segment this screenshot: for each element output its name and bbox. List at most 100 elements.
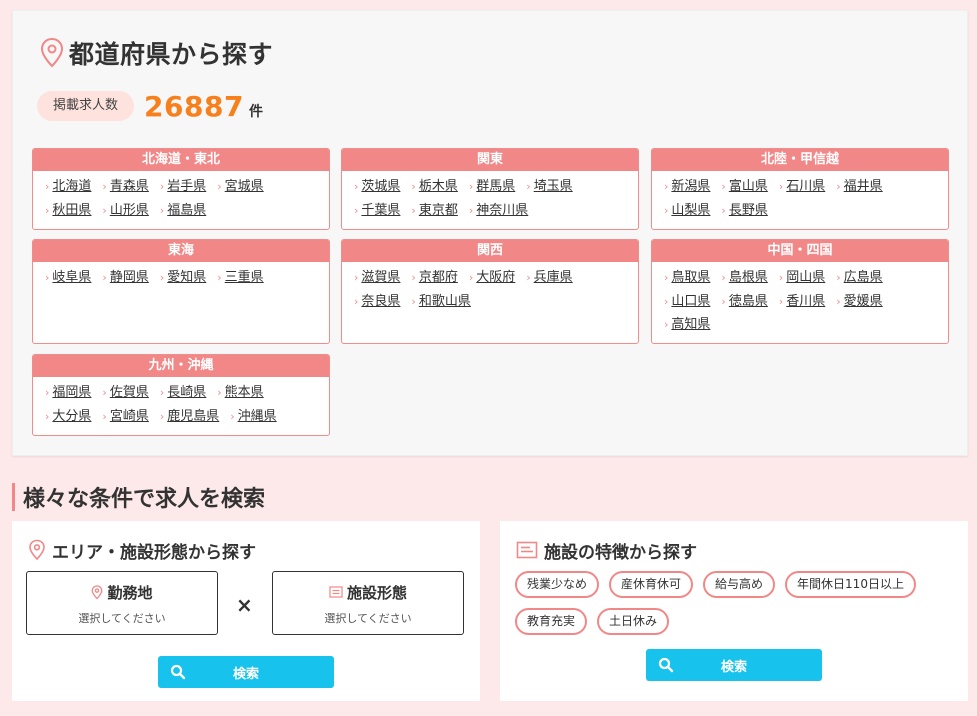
area-search-button[interactable]: 検索 [158, 656, 334, 688]
prefecture-link[interactable]: › 千葉県 [354, 199, 400, 223]
prefecture-name[interactable]: 岡山県 [786, 266, 825, 290]
prefecture-link[interactable]: › 長崎県 [160, 381, 206, 405]
prefecture-name[interactable]: 茨城県 [361, 175, 400, 199]
prefecture-name[interactable]: 富山県 [729, 175, 768, 199]
prefecture-name[interactable]: 新潟県 [671, 175, 710, 199]
prefecture-name[interactable]: 鹿児島県 [167, 405, 219, 429]
facility-type-select[interactable]: 施設形態 選択してください [272, 571, 464, 635]
prefecture-link[interactable]: › 福岡県 [45, 381, 91, 405]
prefecture-link[interactable]: › 北海道 [45, 175, 91, 199]
prefecture-link[interactable]: › 福井県 [836, 175, 882, 199]
prefecture-name[interactable]: 福岡県 [52, 381, 91, 405]
prefecture-link[interactable]: › 島根県 [721, 266, 767, 290]
prefecture-link[interactable]: › 京都府 [411, 266, 457, 290]
prefecture-link[interactable]: › 岐阜県 [45, 266, 91, 290]
prefecture-name[interactable]: 福井県 [844, 175, 883, 199]
prefecture-link[interactable]: › 山口県 [664, 290, 710, 314]
prefecture-link[interactable]: › 富山県 [721, 175, 767, 199]
feature-tag[interactable]: 給与高め [703, 571, 776, 598]
prefecture-link[interactable]: › 広島県 [836, 266, 882, 290]
feature-tag[interactable]: 土日休み [597, 608, 670, 635]
prefecture-name[interactable]: 島根県 [729, 266, 768, 290]
prefecture-link[interactable]: › 福島県 [160, 199, 206, 223]
feature-tag[interactable]: 残業少なめ [515, 571, 600, 598]
prefecture-link[interactable]: › 宮城県 [217, 175, 263, 199]
prefecture-name[interactable]: 徳島県 [729, 290, 768, 314]
prefecture-link[interactable]: › 神奈川県 [469, 199, 528, 223]
prefecture-name[interactable]: 愛媛県 [844, 290, 883, 314]
prefecture-name[interactable]: 鳥取県 [671, 266, 710, 290]
prefecture-name[interactable]: 神奈川県 [476, 199, 528, 223]
prefecture-link[interactable]: › 和歌山県 [411, 290, 470, 314]
prefecture-name[interactable]: 愛知県 [167, 266, 206, 290]
prefecture-link[interactable]: › 静岡県 [102, 266, 148, 290]
features-search-button[interactable]: 検索 [646, 649, 822, 681]
prefecture-link[interactable]: › 大阪府 [469, 266, 515, 290]
prefecture-link[interactable]: › 茨城県 [354, 175, 400, 199]
prefecture-link[interactable]: › 佐賀県 [102, 381, 148, 405]
prefecture-link[interactable]: › 岡山県 [779, 266, 825, 290]
prefecture-name[interactable]: 熊本県 [225, 381, 264, 405]
prefecture-name[interactable]: 宮城県 [225, 175, 264, 199]
prefecture-name[interactable]: 兵庫県 [534, 266, 573, 290]
prefecture-name[interactable]: 三重県 [225, 266, 264, 290]
prefecture-link[interactable]: › 三重県 [217, 266, 263, 290]
prefecture-name[interactable]: 佐賀県 [110, 381, 149, 405]
prefecture-link[interactable]: › 鳥取県 [664, 266, 710, 290]
prefecture-link[interactable]: › 石川県 [779, 175, 825, 199]
prefecture-link[interactable]: › 岩手県 [160, 175, 206, 199]
prefecture-link[interactable]: › 山形県 [102, 199, 148, 223]
prefecture-name[interactable]: 群馬県 [476, 175, 515, 199]
prefecture-link[interactable]: › 東京都 [411, 199, 457, 223]
feature-tag[interactable]: 年間休日110日以上 [785, 571, 916, 598]
prefecture-name[interactable]: 京都府 [419, 266, 458, 290]
feature-tag[interactable]: 産休育休可 [609, 571, 694, 598]
prefecture-link[interactable]: › 愛知県 [160, 266, 206, 290]
prefecture-name[interactable]: 広島県 [844, 266, 883, 290]
prefecture-name[interactable]: 宮崎県 [110, 405, 149, 429]
prefecture-name[interactable]: 秋田県 [52, 199, 91, 223]
prefecture-link[interactable]: › 宮崎県 [102, 405, 148, 429]
prefecture-link[interactable]: › 大分県 [45, 405, 91, 429]
feature-tag[interactable]: 教育充実 [515, 608, 588, 635]
prefecture-name[interactable]: 山梨県 [671, 199, 710, 223]
prefecture-link[interactable]: › 埼玉県 [526, 175, 572, 199]
prefecture-name[interactable]: 千葉県 [361, 199, 400, 223]
prefecture-name[interactable]: 岩手県 [167, 175, 206, 199]
prefecture-link[interactable]: › 熊本県 [217, 381, 263, 405]
prefecture-name[interactable]: 埼玉県 [534, 175, 573, 199]
prefecture-name[interactable]: 山口県 [671, 290, 710, 314]
prefecture-link[interactable]: › 群馬県 [469, 175, 515, 199]
prefecture-link[interactable]: › 青森県 [102, 175, 148, 199]
prefecture-name[interactable]: 香川県 [786, 290, 825, 314]
prefecture-link[interactable]: › 鹿児島県 [160, 405, 219, 429]
prefecture-link[interactable]: › 奈良県 [354, 290, 400, 314]
prefecture-link[interactable]: › 新潟県 [664, 175, 710, 199]
prefecture-link[interactable]: › 高知県 [664, 313, 710, 337]
prefecture-link[interactable]: › 沖縄県 [230, 405, 276, 429]
prefecture-link[interactable]: › 兵庫県 [526, 266, 572, 290]
prefecture-link[interactable]: › 栃木県 [411, 175, 457, 199]
prefecture-name[interactable]: 沖縄県 [238, 405, 277, 429]
prefecture-link[interactable]: › 秋田県 [45, 199, 91, 223]
prefecture-name[interactable]: 岐阜県 [52, 266, 91, 290]
prefecture-name[interactable]: 福島県 [167, 199, 206, 223]
prefecture-name[interactable]: 大分県 [52, 405, 91, 429]
prefecture-name[interactable]: 大阪府 [476, 266, 515, 290]
prefecture-name[interactable]: 北海道 [52, 175, 91, 199]
prefecture-link[interactable]: › 山梨県 [664, 199, 710, 223]
prefecture-link[interactable]: › 徳島県 [721, 290, 767, 314]
prefecture-name[interactable]: 石川県 [786, 175, 825, 199]
prefecture-name[interactable]: 奈良県 [361, 290, 400, 314]
prefecture-link[interactable]: › 香川県 [779, 290, 825, 314]
prefecture-name[interactable]: 青森県 [110, 175, 149, 199]
prefecture-name[interactable]: 山形県 [110, 199, 149, 223]
prefecture-name[interactable]: 東京都 [419, 199, 458, 223]
prefecture-name[interactable]: 静岡県 [110, 266, 149, 290]
prefecture-name[interactable]: 長野県 [729, 199, 768, 223]
prefecture-name[interactable]: 滋賀県 [361, 266, 400, 290]
prefecture-name[interactable]: 栃木県 [419, 175, 458, 199]
prefecture-link[interactable]: › 滋賀県 [354, 266, 400, 290]
prefecture-link[interactable]: › 長野県 [721, 199, 767, 223]
prefecture-name[interactable]: 長崎県 [167, 381, 206, 405]
